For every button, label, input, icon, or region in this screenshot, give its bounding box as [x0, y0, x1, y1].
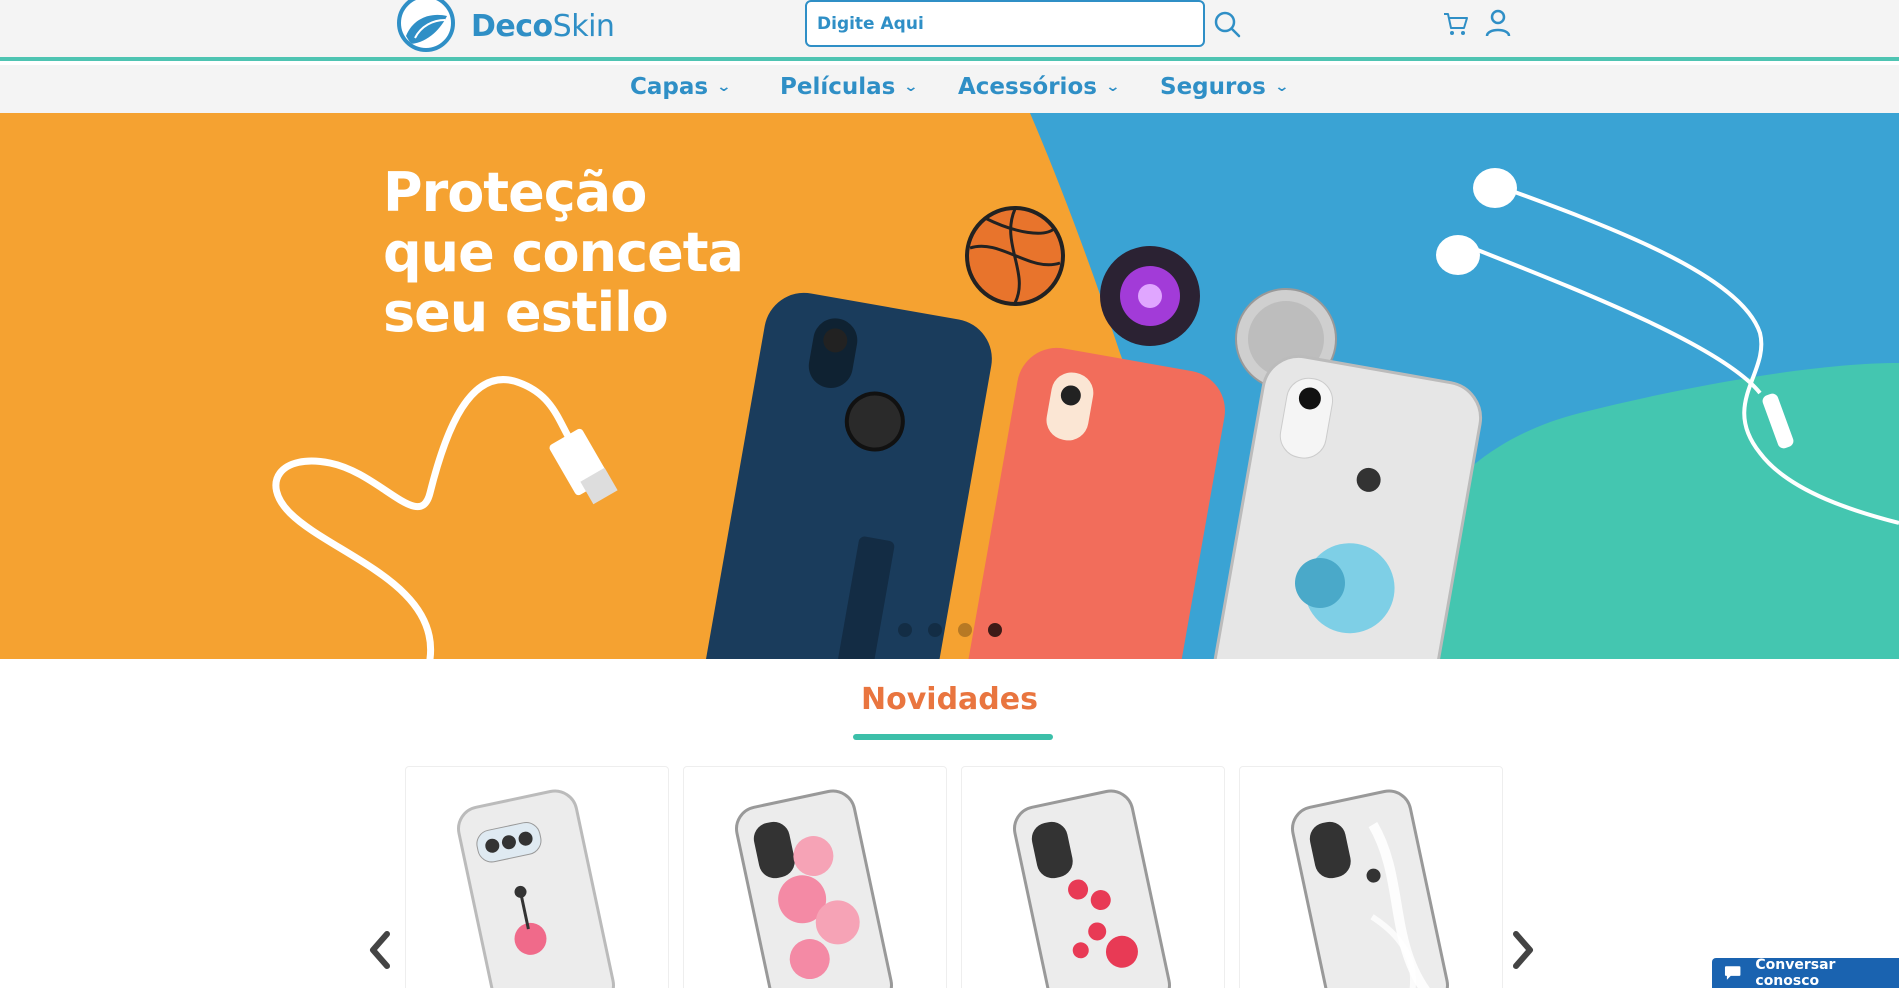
logo-icon — [397, 0, 455, 52]
nav-item-label: Capas — [630, 74, 709, 100]
carousel-dot-active[interactable] — [988, 623, 1002, 637]
chevron-down-icon: ⌄ — [1274, 79, 1290, 95]
chevron-down-icon: ⌄ — [1105, 79, 1121, 95]
hero-line: seu estilo — [383, 281, 669, 344]
product-image — [1291, 789, 1449, 988]
logo[interactable]: DecoSkin — [397, 0, 615, 52]
product-card[interactable] — [405, 766, 669, 988]
chevron-down-icon: ⌄ — [903, 79, 919, 95]
logo-text: DecoSkin — [471, 8, 615, 44]
nav-item-peliculas[interactable]: Películas ⌄ — [780, 74, 919, 100]
nav-item-capas[interactable]: Capas ⌄ — [630, 74, 732, 100]
product-card[interactable] — [683, 766, 947, 988]
hero-line: que conceta — [383, 221, 744, 284]
nav-item-label: Películas — [780, 74, 896, 100]
hero-line: Proteção — [383, 161, 647, 224]
hero-banner[interactable]: Proteção que conceta seu estilo — [0, 113, 1899, 659]
product-image — [735, 789, 893, 988]
carousel-dot[interactable] — [958, 623, 972, 637]
main-nav: Capas ⌄ Películas ⌄ Acessórios ⌄ Seguros… — [0, 65, 1899, 113]
chat-bubble-icon — [1724, 966, 1741, 980]
carousel-dot[interactable] — [898, 623, 912, 637]
search-box — [805, 0, 1205, 47]
user-icon[interactable] — [1484, 8, 1512, 38]
hero-headline: Proteção que conceta seu estilo — [383, 161, 744, 344]
section-underline — [853, 734, 1053, 740]
chat-label: Conversar conosco — [1755, 957, 1836, 988]
carousel-dots — [898, 623, 1002, 637]
nav-item-label: Seguros — [1160, 74, 1266, 100]
product-card[interactable] — [1239, 766, 1503, 988]
search-input[interactable] — [807, 2, 1203, 45]
cart-icon[interactable] — [1442, 10, 1470, 38]
chevron-down-icon: ⌄ — [716, 79, 732, 95]
product-card[interactable] — [961, 766, 1225, 988]
search-icon[interactable] — [1213, 10, 1241, 38]
product-image — [1013, 789, 1171, 988]
section-title: Novidades — [861, 682, 1038, 717]
nav-item-acessorios[interactable]: Acessórios ⌄ — [958, 74, 1121, 100]
chevron-left-icon[interactable] — [365, 928, 395, 972]
product-image — [457, 789, 615, 988]
hero-illustration — [0, 113, 1899, 659]
nav-item-seguros[interactable]: Seguros ⌄ — [1160, 74, 1290, 100]
nav-item-label: Acessórios — [958, 74, 1097, 100]
site-header: DecoSkin — [0, 0, 1899, 61]
carousel-dot[interactable] — [928, 623, 942, 637]
chat-button[interactable]: Conversar conosco — [1712, 957, 1899, 988]
chevron-right-icon[interactable] — [1508, 928, 1538, 972]
